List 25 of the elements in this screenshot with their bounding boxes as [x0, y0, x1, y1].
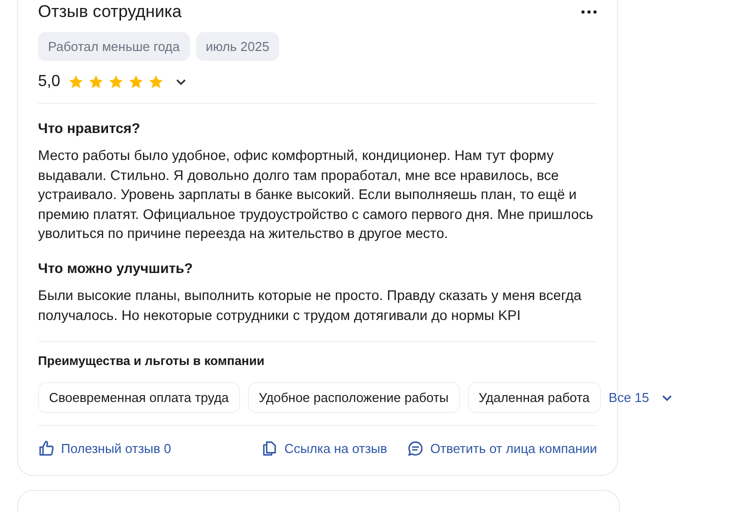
review-title: Отзыв сотрудника — [38, 2, 182, 22]
link-link[interactable]: Ссылка на отзыв — [261, 440, 388, 458]
star-icon — [128, 74, 144, 90]
section-heading: Что нравится? — [38, 120, 142, 136]
copy-icon — [261, 440, 278, 458]
info-tag: Работал меньше года — [38, 32, 190, 61]
chat-bubble-icon — [407, 440, 424, 458]
thumbs-up-icon — [38, 440, 55, 458]
benefit-chip: Удаленная работа — [468, 382, 601, 414]
like-link[interactable]: Полезный отзыв 0 — [38, 440, 172, 458]
benefit-chip: Удобное расположение работы — [248, 382, 460, 414]
info-tag: июль 2025 — [196, 32, 280, 61]
benefit-chip: Своевременная оплата труда — [38, 382, 240, 414]
show-all-button[interactable]: Все 15 — [608, 390, 674, 406]
star-icon — [68, 74, 84, 90]
review-text: Место работы было удобное, офис комфортный, кондиционер. Нам тут форму выдавали. Стильно. Я довольно долго там проработал, мне все нравилось, все устраивало. Уровень зарплаты в банке высокий. Если выполняешь план, то ещё и премию платят. Официальное трудоустройство с самого первого дня. Мне пришлось уволиться по причине переезда на жительство в другое место. — [38, 146, 594, 244]
more-options-icon[interactable] — [581, 10, 597, 14]
benefits-heading: Преимущества и льготы в компании — [38, 354, 266, 368]
star-icon — [88, 74, 104, 90]
review-text: Были высокие планы, выполнить которые не просто. Правду сказать у меня всегда получалось. Но некоторые сотрудники с трудом дотягивали до нормы KPI — [38, 286, 582, 325]
star-icon — [148, 74, 164, 90]
section-heading: Что можно улучшить? — [38, 260, 194, 276]
rating-value: 5,0 — [38, 73, 60, 91]
star-icon — [108, 74, 124, 90]
reply-link[interactable]: Ответить от лица компании — [407, 440, 597, 458]
